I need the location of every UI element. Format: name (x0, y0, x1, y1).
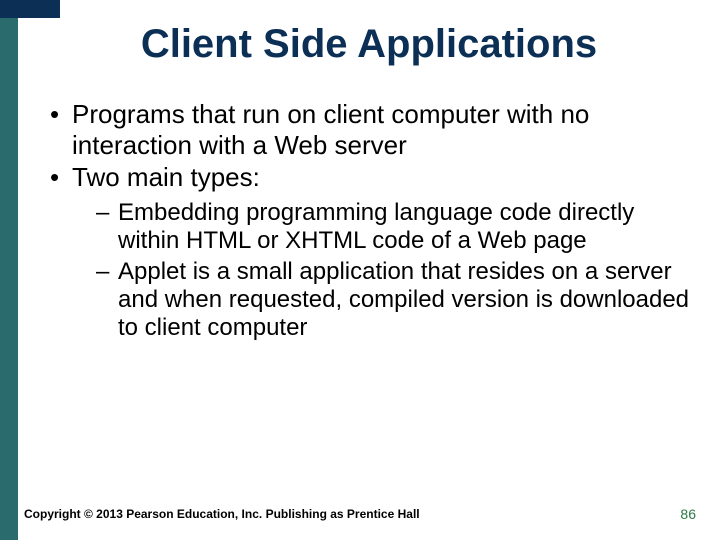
bullet-level2: Embedding programming language code dire… (96, 199, 692, 256)
left-accent-bar (0, 0, 18, 540)
sub-bullet-list: Embedding programming language code dire… (46, 199, 692, 343)
slide-footer: Copyright © 2013 Pearson Education, Inc.… (24, 506, 696, 522)
copyright-text: Copyright © 2013 Pearson Education, Inc.… (24, 507, 420, 521)
slide-title: Client Side Applications (18, 22, 720, 67)
bullet-list: Programs that run on client computer wit… (18, 99, 720, 343)
slide-content: Client Side Applications Programs that r… (18, 0, 720, 345)
bullet-level1: Programs that run on client computer wit… (46, 99, 692, 160)
bullet-level1: Two main types: (46, 162, 692, 193)
page-number: 86 (680, 506, 696, 522)
bullet-level2: Applet is a small application that resid… (96, 258, 692, 343)
